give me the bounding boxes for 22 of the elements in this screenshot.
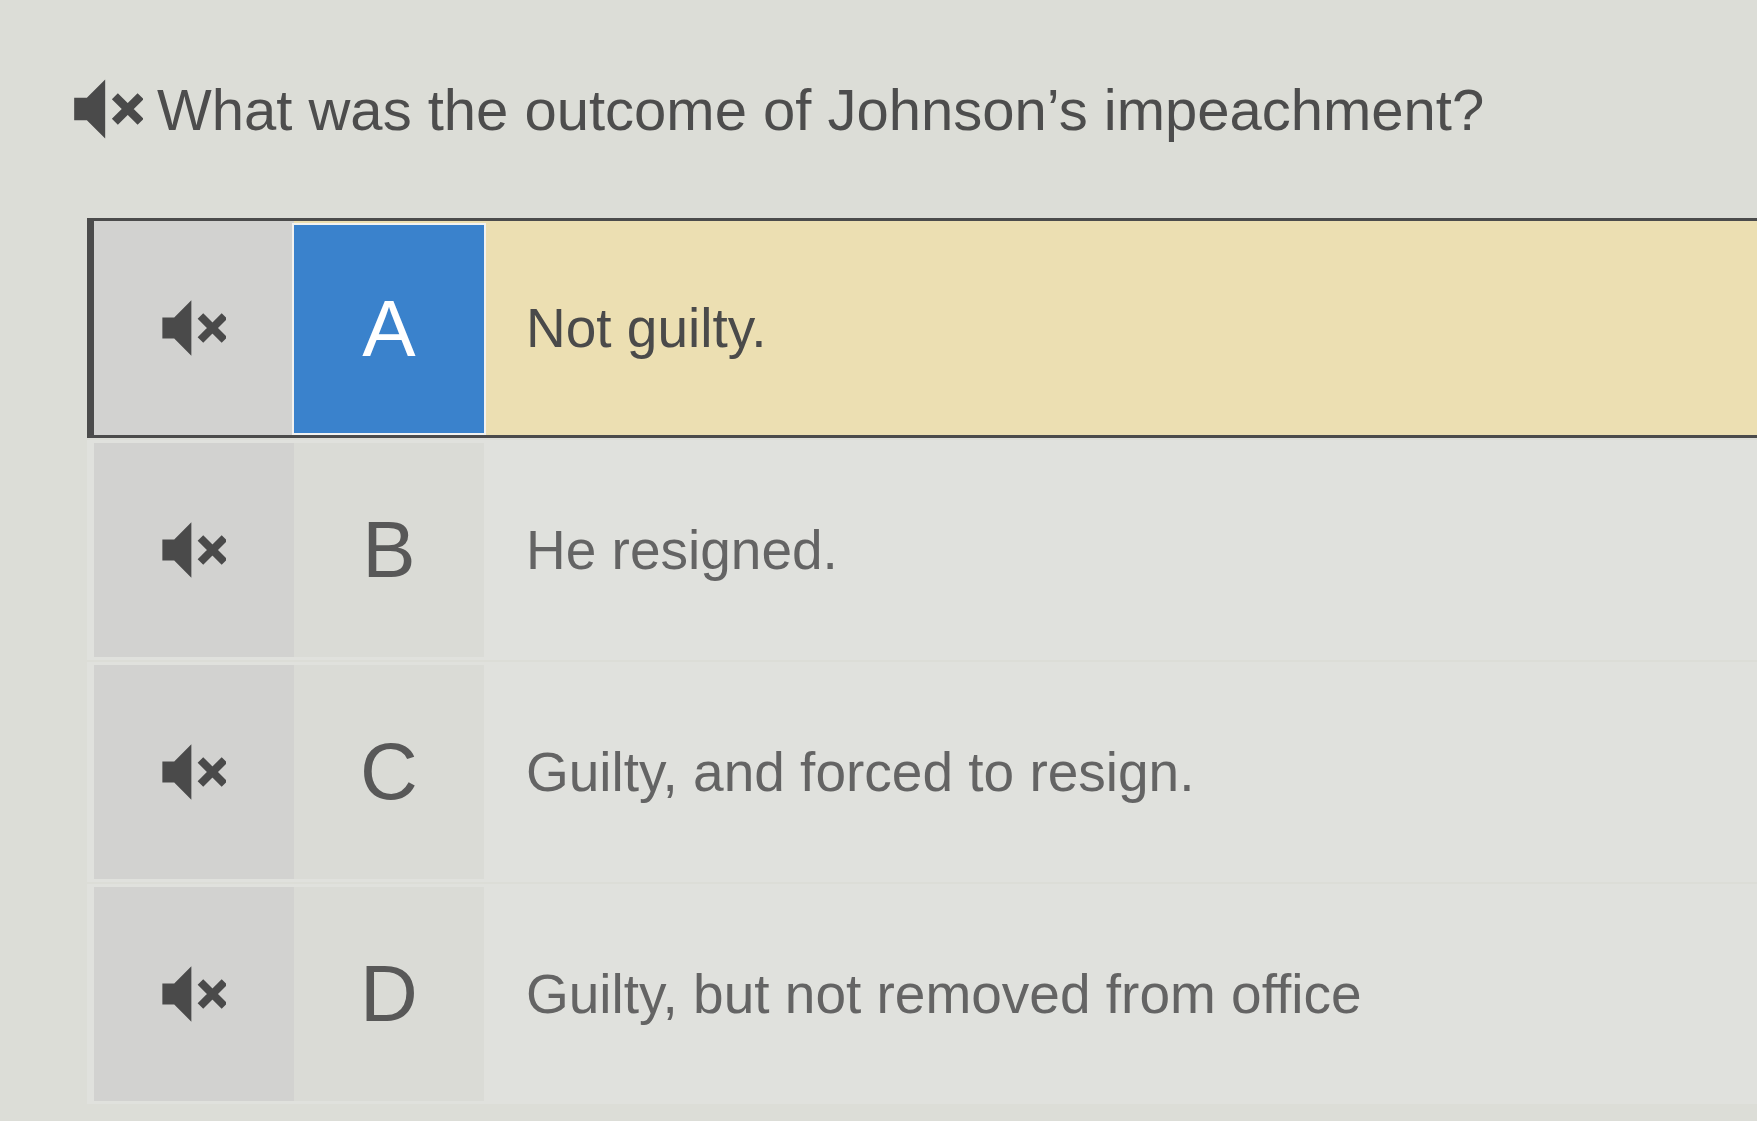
answer-text: Guilty, and forced to resign. [525,740,1196,805]
audio-button[interactable] [94,665,294,879]
muted-speaker-icon [162,521,226,579]
answer-option[interactable]: D Guilty, but not removed from office [87,884,1757,1104]
muted-speaker-icon [162,299,226,357]
audio-button[interactable] [94,443,294,657]
answer-option[interactable]: A Not guilty. [87,218,1757,438]
question-text: What was the outcome of Johnson’s impeachment? [157,75,1485,143]
audio-button[interactable] [94,221,294,435]
muted-speaker-icon[interactable] [73,78,143,140]
answer-text: Guilty, but not removed from office [525,962,1363,1027]
answer-letter: A [294,225,484,433]
answer-letter: C [294,665,484,879]
answer-option[interactable]: B He resigned. [87,440,1757,660]
answer-letter: D [294,887,484,1101]
muted-speaker-icon [162,743,226,801]
muted-speaker-icon [162,965,226,1023]
answer-text: He resigned. [525,518,839,583]
answer-letter: B [294,443,484,657]
answer-text: Not guilty. [525,296,768,361]
answer-option[interactable]: C Guilty, and forced to resign. [87,662,1757,882]
audio-button[interactable] [94,887,294,1101]
